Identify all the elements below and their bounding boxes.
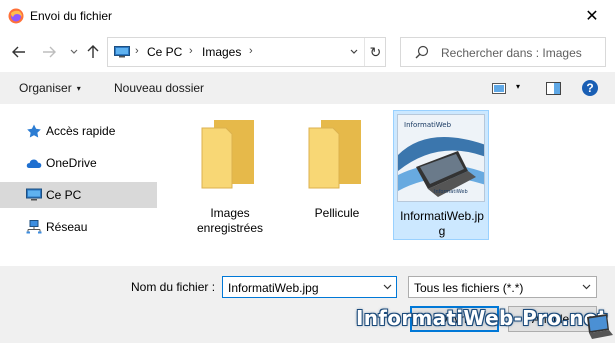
file-item-label: Images enregistrées: [196, 206, 264, 235]
refresh-icon: ↻: [369, 43, 382, 60]
search-input[interactable]: Rechercher dans : Images: [400, 37, 606, 67]
filetype-select[interactable]: Tous les fichiers (*.*): [408, 276, 597, 298]
new-folder-button[interactable]: Nouveau dossier: [114, 81, 204, 95]
folder-icon: [308, 120, 361, 189]
breadcrumb-separator: ›: [189, 45, 193, 57]
view-options-icon[interactable]: [492, 83, 506, 94]
organize-label: Organiser: [19, 81, 72, 95]
chevron-down-icon: [582, 284, 591, 290]
address-bar[interactable]: › Ce PC › Images › ↻: [107, 37, 386, 67]
sidebar-item-this-pc[interactable]: Ce PC: [0, 182, 157, 208]
search-placeholder: Rechercher dans : Images: [441, 46, 582, 60]
thumb-text-top: InformatiWeb: [404, 121, 452, 129]
network-icon: [26, 220, 42, 234]
view-caret-icon[interactable]: ▾: [516, 82, 520, 91]
window-title: Envoi du fichier: [30, 9, 113, 23]
sidebar-item-label: Ce PC: [46, 188, 82, 202]
laptop-logo-icon: [587, 314, 613, 339]
file-item-label: Pellicule: [314, 206, 360, 220]
back-arrow-icon: [12, 46, 25, 58]
sidebar-item-onedrive[interactable]: OneDrive: [0, 150, 157, 176]
up-arrow-icon: [87, 45, 99, 58]
chevron-down-icon: [70, 49, 78, 54]
sidebar-item-label: OneDrive: [46, 156, 97, 170]
file-item-label: InformatiWeb.jpg: [394, 209, 490, 239]
filename-value: InformatiWeb.jpg: [228, 281, 319, 295]
forward-button[interactable]: [41, 43, 57, 61]
navigation-pane: Accès rapide OneDrive Ce PC Réseau: [0, 104, 160, 266]
address-dropdown-button[interactable]: [344, 38, 364, 66]
command-bar: Organiser ▾ Nouveau dossier ▾ ?: [0, 72, 615, 104]
preview-pane-icon[interactable]: [546, 82, 561, 95]
computer-icon: [114, 46, 130, 58]
filename-label: Nom du fichier :: [131, 280, 216, 294]
laptop-image-icon: InformatiWeb InformatiWeb: [398, 115, 484, 201]
breadcrumb-images[interactable]: Images: [202, 45, 241, 59]
help-icon[interactable]: ?: [582, 80, 598, 96]
thumb-text-bottom: InformatiWeb: [434, 189, 468, 195]
firefox-icon: [8, 8, 24, 24]
close-icon: ✕: [585, 8, 599, 25]
breadcrumb-separator: ›: [135, 45, 139, 57]
sidebar-item-label: Réseau: [46, 220, 88, 234]
search-icon: [415, 45, 429, 59]
star-icon: [27, 124, 41, 138]
organize-button[interactable]: Organiser ▾: [19, 81, 81, 95]
filename-input[interactable]: InformatiWeb.jpg: [222, 276, 397, 298]
breadcrumb-ce-pc[interactable]: Ce PC: [147, 45, 182, 59]
sidebar-item-label: Accès rapide: [46, 124, 116, 138]
up-button[interactable]: [85, 43, 101, 61]
recent-locations-button[interactable]: [66, 43, 82, 61]
watermark-text: InformatiWeb-Pro.net: [356, 306, 608, 330]
chevron-down-icon: [350, 49, 358, 54]
file-item-images-enregistrees[interactable]: Images enregistrées: [182, 110, 278, 240]
filetype-value: Tous les fichiers (*.*): [414, 281, 524, 295]
cloud-icon: [26, 159, 42, 168]
caret-down-icon: ▾: [76, 84, 81, 93]
forward-arrow-icon: [43, 46, 56, 58]
folder-icon: [201, 120, 254, 189]
file-list: Images enregistrées Pellicule InformatiW…: [160, 104, 615, 266]
breadcrumb-separator: ›: [249, 45, 253, 57]
file-item-name: InformatiWeb.jpg: [400, 209, 484, 238]
sidebar-item-network[interactable]: Réseau: [0, 214, 157, 240]
file-item-pellicule[interactable]: Pellicule: [289, 110, 385, 240]
chevron-down-icon[interactable]: [383, 282, 392, 291]
back-button[interactable]: [11, 43, 27, 61]
refresh-button[interactable]: ↻: [364, 38, 386, 66]
title-bar: Envoi du fichier ✕: [0, 0, 615, 32]
file-item-informatiweb-jpg[interactable]: InformatiWeb InformatiWeb InformatiWeb.j…: [393, 110, 489, 240]
close-button[interactable]: ✕: [569, 0, 615, 32]
image-thumbnail: InformatiWeb InformatiWeb: [397, 114, 485, 202]
sidebar-item-quick-access[interactable]: Accès rapide: [0, 118, 157, 144]
computer-icon: [26, 188, 42, 201]
